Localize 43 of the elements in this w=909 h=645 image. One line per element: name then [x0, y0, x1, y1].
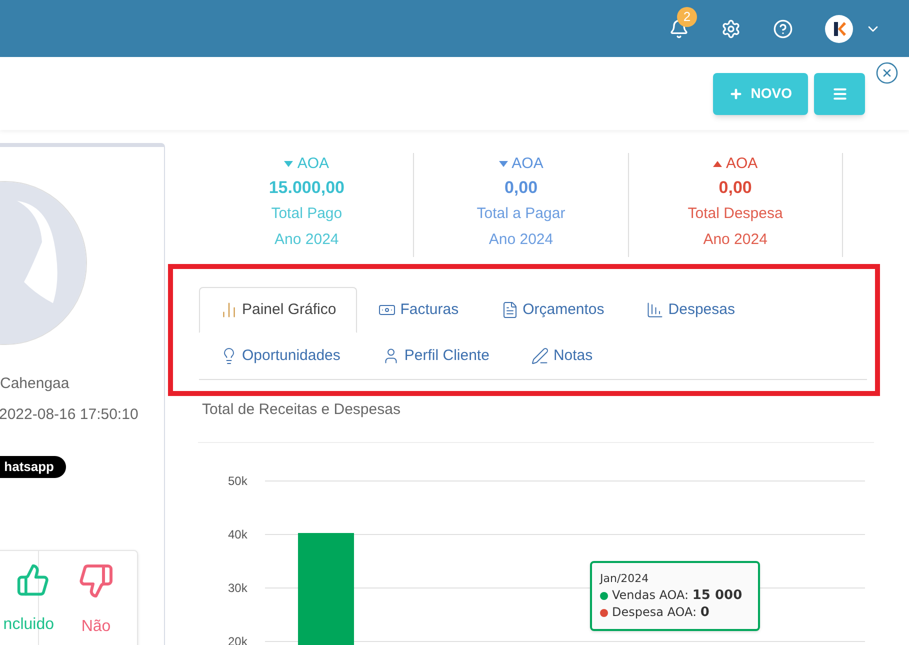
tab[interactable]: Perfil Cliente	[361, 333, 510, 379]
tab[interactable]: Painel Gráfico	[199, 287, 358, 333]
plus-icon	[728, 86, 743, 100]
tooltip-title: Jan/2024	[600, 570, 650, 586]
settings-icon[interactable]	[721, 18, 741, 38]
tab[interactable]: Despesas	[625, 287, 756, 333]
menu-icon	[832, 86, 848, 102]
stat-label: Total a Pagar	[476, 204, 566, 224]
currency: AOA	[297, 154, 329, 174]
stat-year: Ano 2024	[703, 230, 768, 250]
chart-title: Total de Receitas e Despesas	[202, 400, 402, 420]
pen-icon	[531, 347, 550, 365]
tab[interactable]: Notas	[510, 333, 614, 379]
stat-year: Ano 2024	[488, 230, 554, 250]
client-date: 2022-08-16 17:50:10	[0, 404, 140, 424]
amount: 0,00	[504, 177, 538, 199]
help-icon[interactable]	[773, 18, 793, 38]
axis-label: 30k	[228, 580, 248, 594]
close-icon[interactable]	[875, 61, 899, 85]
axis-label: 40k	[228, 527, 248, 541]
currency: AOA	[726, 154, 758, 174]
axis-label: 50k	[228, 474, 248, 488]
tab[interactable]: Orçamentos	[480, 287, 626, 333]
tab[interactable]: Oportunidades	[199, 333, 362, 379]
stat-label: Total Pago	[271, 204, 342, 224]
avatar-icon[interactable]	[825, 14, 853, 42]
stat-label: Total Despesa	[688, 204, 783, 224]
thumbs-down-icon[interactable]	[78, 563, 114, 599]
bar-chart-icon	[646, 301, 664, 319]
thumbs-up-icon[interactable]	[16, 563, 50, 597]
axis-label: 20k	[228, 634, 248, 645]
client-name: Cahengaa	[0, 374, 70, 394]
tooltip-value: Vendas AOA: 15 000	[612, 587, 742, 604]
amount: 15.000,00	[268, 177, 344, 199]
tab[interactable]: Facturas	[357, 287, 480, 333]
amount: 0,00	[718, 177, 752, 199]
stat-year: Ano 2024	[274, 230, 339, 250]
document-icon	[500, 301, 519, 319]
included-label: ncluido	[3, 615, 54, 635]
not-included-label: Não	[81, 617, 111, 637]
notification-badge: 2	[677, 6, 697, 26]
tooltip-value: Despesa AOA: 0	[612, 604, 710, 621]
currency: AOA	[512, 154, 544, 174]
